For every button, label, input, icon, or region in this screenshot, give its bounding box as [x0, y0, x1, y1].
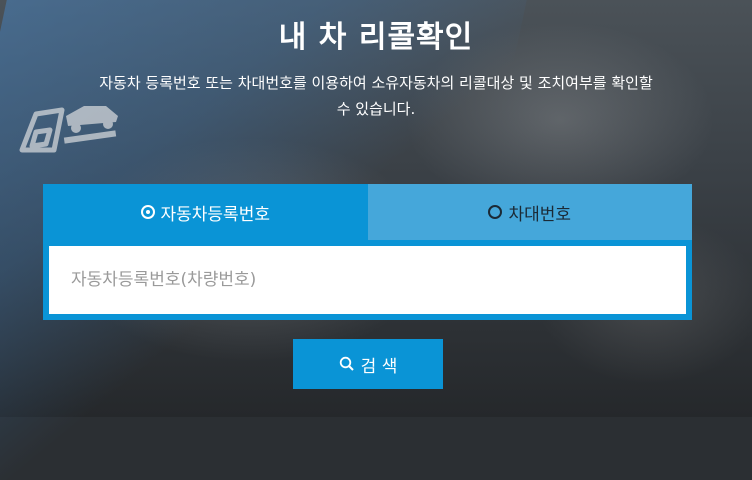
page-title: 내 차 리콜확인	[278, 20, 474, 55]
description-line-2: 수 있습니다.	[336, 100, 416, 118]
radio-checked-icon	[140, 205, 155, 219]
radio-unchecked-icon	[488, 205, 503, 219]
search-type-tabs: 자동차등록번호 차대번호	[43, 184, 692, 240]
tab-registration-number[interactable]: 자동차등록번호	[43, 184, 368, 240]
search-icon	[339, 356, 355, 372]
search-input[interactable]	[49, 246, 686, 314]
tab-label: 자동차등록번호	[160, 204, 270, 225]
search-field-container	[43, 240, 692, 320]
tab-vin[interactable]: 차대번호	[367, 184, 692, 240]
search-button-label: 검 색	[360, 356, 398, 377]
page-description: 자동차 등록번호 또는 차대번호를 이용하여 소유자동차의 리콜대상 및 조치여…	[40, 70, 712, 122]
search-panel: 자동차등록번호 차대번호	[43, 184, 692, 320]
description-line-1: 자동차 등록번호 또는 차대번호를 이용하여 소유자동차의 리콜대상 및 조치여…	[99, 74, 653, 92]
search-button[interactable]: 검 색	[293, 339, 443, 389]
tab-label: 차대번호	[508, 204, 572, 225]
